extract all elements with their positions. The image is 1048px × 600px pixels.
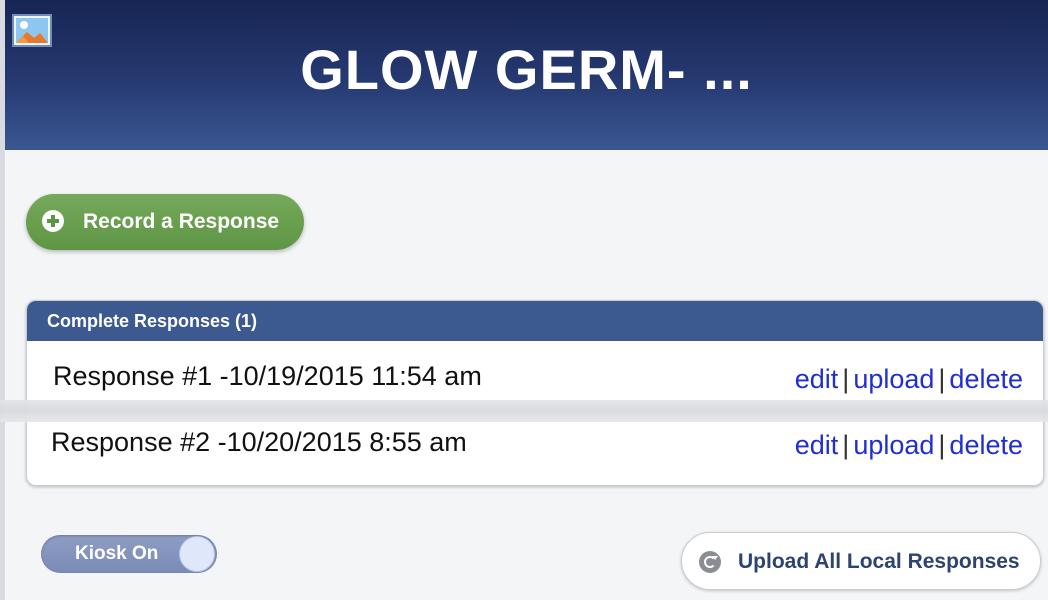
response-actions: edit | upload | delete: [795, 361, 1023, 397]
upload-link[interactable]: upload: [853, 364, 934, 394]
response-actions: edit | upload | delete: [795, 427, 1023, 463]
upload-all-button[interactable]: Upload All Local Responses: [681, 532, 1041, 590]
plus-circle-icon: [42, 210, 64, 232]
toggle-knob[interactable]: [179, 536, 215, 572]
separator: |: [842, 364, 850, 394]
edit-link[interactable]: edit: [795, 430, 839, 460]
separator: |: [938, 430, 946, 460]
record-response-button[interactable]: Record a Response: [26, 194, 304, 250]
edit-link[interactable]: edit: [795, 364, 839, 394]
upload-link[interactable]: upload: [853, 430, 934, 460]
response-row: Response #1 -10/19/2015 11:54 am edit | up…: [27, 349, 1043, 409]
refresh-icon: [699, 551, 721, 573]
header-bar: GLOW GERM- ...: [5, 0, 1048, 150]
separator: |: [938, 364, 946, 394]
panel-heading: Complete Responses (1): [27, 301, 1043, 341]
app-screen: GLOW GERM- ... Record a Response Complet…: [5, 0, 1048, 600]
page-title: GLOW GERM- ...: [300, 38, 753, 101]
complete-responses-panel: Complete Responses (1) Response #1 -10/1…: [26, 300, 1044, 486]
delete-link[interactable]: delete: [949, 364, 1023, 394]
response-label: Response #1 -10/19/2015 11:54 am: [39, 351, 496, 401]
response-label: Response #2 -10/20/2015 8:55 am: [37, 417, 487, 467]
upload-all-label: Upload All Local Responses: [738, 550, 1020, 573]
response-row: Response #2 -10/20/2015 8:55 am edit | upl…: [27, 417, 1043, 479]
kiosk-toggle[interactable]: Kiosk On: [41, 535, 217, 573]
delete-link[interactable]: delete: [949, 430, 1023, 460]
separator: |: [842, 430, 850, 460]
record-response-label: Record a Response: [83, 210, 280, 233]
kiosk-label: Kiosk On: [75, 543, 159, 564]
